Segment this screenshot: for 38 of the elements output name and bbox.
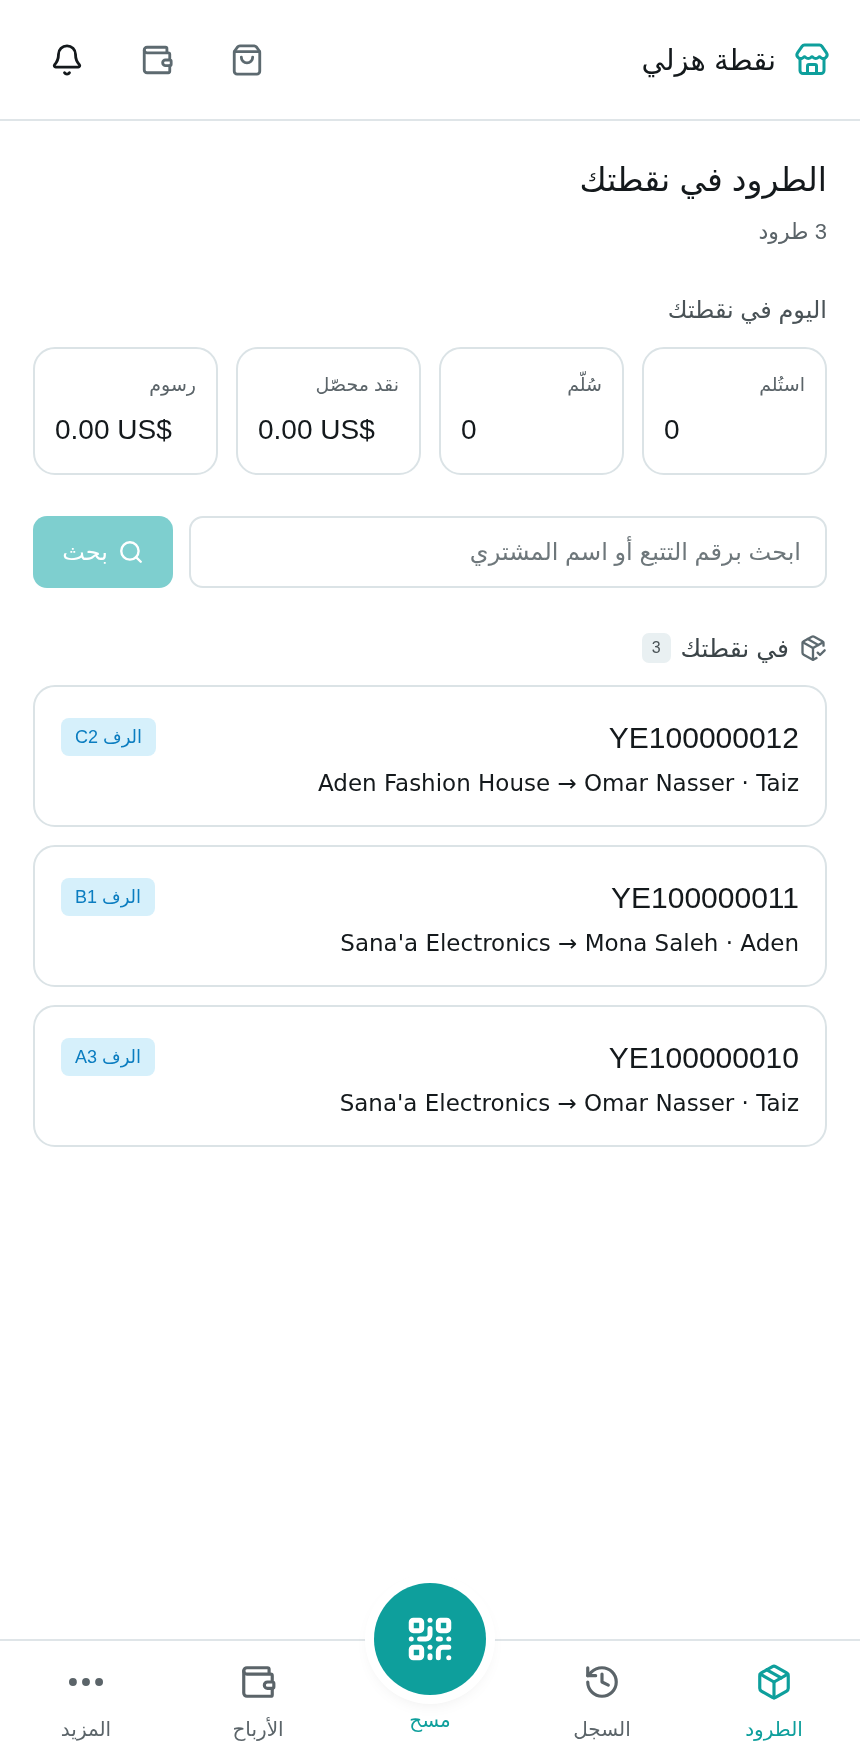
nav-tab[interactable]: الطرود	[735, 1641, 813, 1760]
tracking-number: YE100000011	[610, 880, 799, 916]
scan-tab[interactable]: مسح	[374, 1583, 486, 1760]
nav-tab[interactable]: الأرباح	[222, 1641, 294, 1760]
shelf-badge: الرف A3	[61, 1038, 156, 1076]
nav-tab[interactable]: السجل	[563, 1641, 641, 1760]
parcel-route: Aden Fashion House → Omar Nasser · Taiz	[317, 769, 799, 798]
package-icon	[755, 1663, 793, 1701]
tracking-number: YE100000010	[607, 1040, 799, 1076]
search-icon	[117, 539, 144, 565]
stat-label: سُلّم	[461, 371, 602, 399]
more-icon	[69, 1678, 103, 1686]
stat-label: استُلم	[758, 373, 805, 398]
stat-label: نقد محصّل	[314, 373, 399, 397]
list-heading: في نقطتك	[680, 633, 789, 665]
page-subtitle: 3 طرود	[757, 218, 827, 246]
package-check-icon	[799, 634, 827, 662]
stat-value: 0.00 US$	[55, 413, 173, 447]
bell-icon	[50, 42, 84, 77]
app-title: نقطة هزلي	[641, 42, 776, 80]
stat-label: رسوم	[148, 373, 196, 398]
history-icon	[583, 1663, 621, 1701]
shelf-badge: الرف C2	[61, 718, 157, 756]
wallet-icon	[239, 1663, 277, 1701]
count-badge: 3	[641, 633, 671, 663]
page-title: الطرود في نقطتك	[578, 160, 827, 201]
parcel-route: Sana'a Electronics → Omar Nasser · Taiz	[339, 1089, 799, 1118]
search-field[interactable]: ابحث برقم التتبع أو اسم المشتري	[189, 516, 827, 588]
tracking-number: YE100000012	[607, 720, 799, 756]
shopping-bag-icon	[230, 42, 264, 77]
stat-value: 0.00 US$	[258, 413, 376, 447]
parcel-route: Sana'a Electronics → Mona Saleh · Aden	[340, 929, 799, 958]
section-heading: اليوم في نقطتك	[666, 295, 827, 326]
shelf-badge: الرف B1	[61, 878, 156, 916]
nav-tab[interactable]: المزيد	[50, 1641, 122, 1760]
stat-value: 0	[461, 413, 478, 447]
store-icon	[794, 41, 830, 78]
stat-value: 0	[664, 413, 681, 447]
